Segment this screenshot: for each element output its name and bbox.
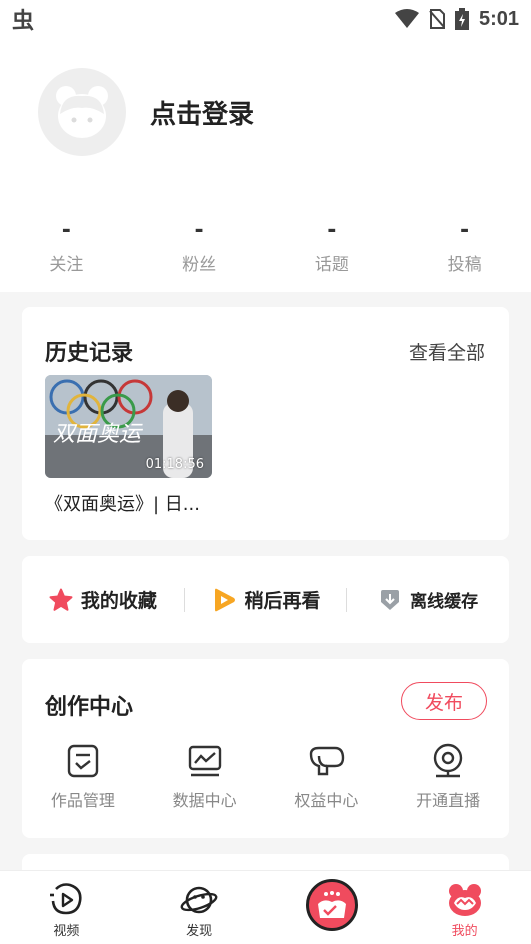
play-later-icon <box>214 588 235 611</box>
tab-discover[interactable]: 发现 <box>133 871 266 944</box>
creation-center-card: 创作中心 发布 作品管理 数据中心 权益中心 开通直播 <box>22 659 509 838</box>
center-cat-icon <box>305 879 358 931</box>
tool-label: 开通直播 <box>416 791 481 810</box>
view-all-link[interactable]: 查看全部 <box>409 338 485 365</box>
tab-center-action[interactable] <box>266 871 399 944</box>
works-management-button[interactable]: 作品管理 <box>22 743 144 811</box>
watch-later-label: 稍后再看 <box>244 590 321 612</box>
stat-submissions[interactable]: - 投稿 <box>398 218 531 275</box>
creation-tools: 作品管理 数据中心 权益中心 开通直播 <box>22 743 509 811</box>
start-live-button[interactable]: 开通直播 <box>387 743 509 811</box>
publish-button[interactable]: 发布 <box>401 682 487 720</box>
history-card: 历史记录 查看全部 双面奥运 01:18:56 《双面奥运》| 日... <box>22 307 509 540</box>
default-avatar-icon <box>56 86 108 138</box>
offline-cache-label: 离线缓存 <box>410 592 479 612</box>
stat-value: - <box>61 218 71 243</box>
mine-icon <box>448 884 481 916</box>
video-duration: 01:18:56 <box>145 457 204 472</box>
stat-label: 话题 <box>314 255 349 275</box>
avatar[interactable] <box>38 68 126 156</box>
tool-label: 权益中心 <box>294 791 359 810</box>
bottom-tab-bar: 视频 发现 我的 <box>0 870 531 944</box>
history-video-title[interactable]: 《双面奥运》| 日... <box>45 490 215 516</box>
star-icon <box>49 588 73 611</box>
svg-text:双面奥运: 双面奥运 <box>53 422 144 447</box>
tool-label: 数据中心 <box>172 791 237 810</box>
profile-header: 点击登录 - 关注 - 粉丝 - 话题 - 投稿 <box>0 38 531 292</box>
offline-cache-button[interactable]: 离线缓存 <box>347 587 509 612</box>
history-title: 历史记录 <box>45 341 134 366</box>
favorites-label: 我的收藏 <box>80 590 157 612</box>
tab-video[interactable]: 视频 <box>0 871 133 944</box>
tab-label: 我的 <box>451 924 478 939</box>
status-bar: 虫 5:01 <box>0 0 531 38</box>
stat-value: - <box>327 218 337 243</box>
stats-row: - 关注 - 粉丝 - 话题 - 投稿 <box>0 218 531 275</box>
download-icon <box>381 589 400 610</box>
stat-label: 粉丝 <box>182 255 217 275</box>
benefits-center-button[interactable]: 权益中心 <box>266 743 388 811</box>
wifi-icon <box>394 9 419 28</box>
stat-fans[interactable]: - 粉丝 <box>133 218 266 275</box>
app-status-glyph: 虫 <box>12 9 35 34</box>
live-camera-icon <box>433 743 463 778</box>
stat-label: 投稿 <box>447 255 482 275</box>
stat-label: 关注 <box>49 255 84 275</box>
chart-icon <box>188 745 221 777</box>
creation-title: 创作中心 <box>45 695 134 720</box>
favorites-button[interactable]: 我的收藏 <box>22 586 184 613</box>
stat-following[interactable]: - 关注 <box>0 218 133 275</box>
benefits-icon <box>310 746 345 776</box>
tab-label: 发现 <box>186 924 213 939</box>
watch-later-button[interactable]: 稍后再看 <box>185 586 347 613</box>
video-icon <box>50 883 82 915</box>
tool-label: 作品管理 <box>50 791 115 810</box>
battery-charging-icon <box>454 8 469 30</box>
stat-value: - <box>194 218 204 243</box>
video-thumbnail[interactable]: 双面奥运 01:18:56 <box>45 375 212 478</box>
works-icon <box>67 744 99 778</box>
quick-actions-card: 我的收藏 稍后再看 离线缓存 <box>22 556 509 643</box>
tab-mine[interactable]: 我的 <box>398 871 531 944</box>
stat-value: - <box>460 218 470 243</box>
clock-time: 5:01 <box>478 7 519 30</box>
tab-label: 视频 <box>53 924 80 939</box>
planet-icon <box>180 886 218 914</box>
login-button[interactable]: 点击登录 <box>150 94 254 131</box>
no-sim-icon <box>429 9 445 29</box>
data-center-button[interactable]: 数据中心 <box>144 743 266 811</box>
stat-topics[interactable]: - 话题 <box>266 218 399 275</box>
